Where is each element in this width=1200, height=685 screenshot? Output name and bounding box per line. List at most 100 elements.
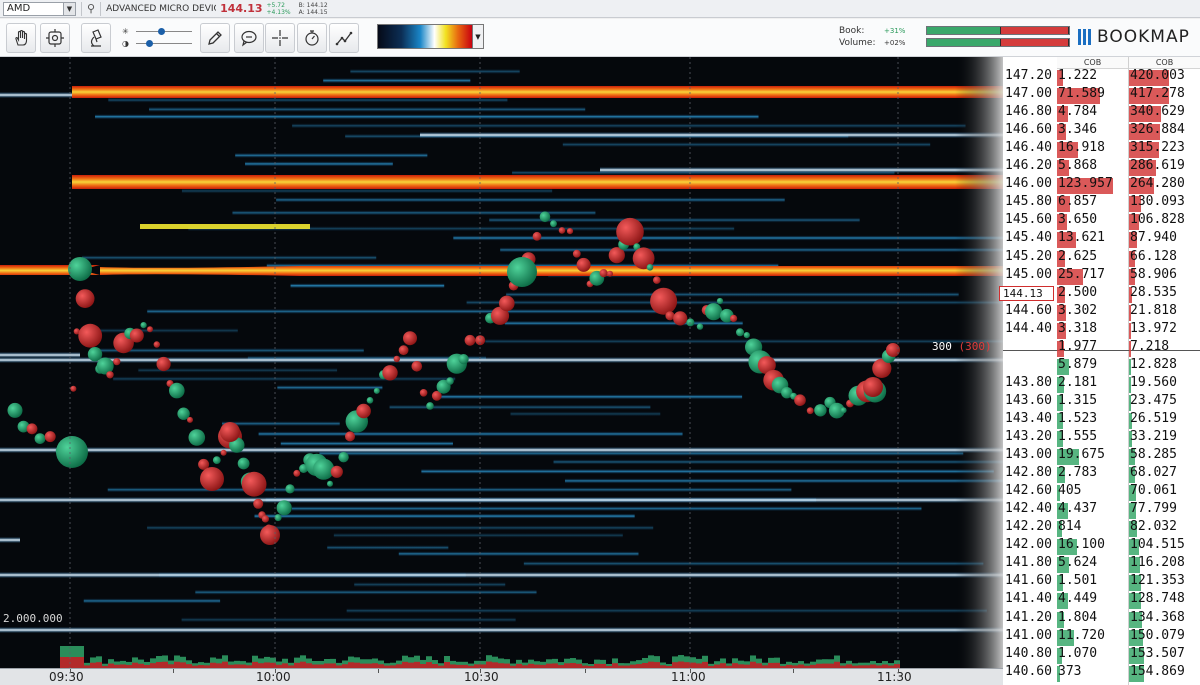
volume-bar-sell xyxy=(66,657,72,668)
liquidity-level xyxy=(510,411,661,417)
slider-thumb[interactable] xyxy=(146,39,154,47)
notes-button[interactable] xyxy=(234,23,264,53)
ask-cob-value: 58.285 xyxy=(1130,447,1177,463)
trade-bubble-sell xyxy=(499,295,515,312)
time-label: 10:30 xyxy=(464,670,499,684)
liquidity-level xyxy=(88,328,238,334)
bid-size: 6.857 xyxy=(1058,194,1098,210)
trade-bubble-sell xyxy=(393,355,400,363)
slider-track[interactable] xyxy=(136,39,192,47)
crosshair-button[interactable] xyxy=(265,23,295,53)
bid-size: 123.957 xyxy=(1058,176,1113,192)
chevron-down-icon[interactable]: ▼ xyxy=(63,2,75,15)
trade-bubble-sell xyxy=(532,231,542,241)
liquidity-level xyxy=(83,598,221,604)
brightness-slider[interactable]: ✳ xyxy=(122,25,192,37)
time-axis[interactable]: 09:30 10:00 10:30 11:00 11:30 xyxy=(0,668,1003,685)
trade-bubble-sell xyxy=(576,257,591,272)
pencil-icon xyxy=(208,31,222,45)
liquidity-level xyxy=(292,506,922,512)
book-buy-segment xyxy=(927,27,1001,34)
heatmap-canvas[interactable] xyxy=(0,57,1003,685)
bid-size: 19.675 xyxy=(1058,447,1105,463)
liquidity-level xyxy=(258,431,683,437)
bid-size: 814 xyxy=(1058,519,1082,535)
change-abs: +5.72 xyxy=(266,1,285,9)
trade-bubble-sell xyxy=(220,449,227,456)
trade-bubble-sell xyxy=(607,270,613,277)
symbol-select[interactable]: AMD ▼ xyxy=(3,1,76,16)
liquidity-level xyxy=(523,561,984,567)
liquidity-level xyxy=(564,478,1003,484)
ask-cob-value: 77.799 xyxy=(1130,501,1177,517)
volume-bar-sell xyxy=(60,657,66,668)
time-tick xyxy=(70,669,71,673)
liquidity-level xyxy=(600,167,1003,173)
bid-ask-stack: B: 144.12 A: 144.15 xyxy=(299,2,328,16)
trade-bubble-sell xyxy=(382,365,398,381)
trade-bubble-sell xyxy=(419,389,428,397)
bid-size: 3.650 xyxy=(1058,212,1098,228)
price-level: 147.00 xyxy=(1005,86,1052,102)
ask-cob-value: 420.003 xyxy=(1130,68,1185,83)
trade-bubble-sell xyxy=(411,361,423,372)
ask-cob-value: 12.828 xyxy=(1130,356,1177,372)
liquidity-level xyxy=(421,468,994,474)
trade-bubble-sell xyxy=(398,345,409,356)
trade-bubble-buy xyxy=(507,257,537,287)
ask-cob-value: 82.032 xyxy=(1130,519,1177,535)
trade-bubble-buy xyxy=(458,354,469,365)
contrast-slider[interactable]: ◑ xyxy=(122,37,192,49)
book-sell-segment xyxy=(1000,27,1069,34)
bid-size: 4.449 xyxy=(1058,591,1098,607)
chevron-down-icon[interactable]: ▼ xyxy=(473,24,484,49)
trade-bubble-sell xyxy=(187,416,193,423)
link-icon[interactable]: ⚲ xyxy=(87,2,95,15)
trade-bubble-buy xyxy=(87,347,103,362)
trade-bubble-sell xyxy=(616,217,644,246)
trade-bubble-sell xyxy=(253,498,264,509)
price-level: 143.20 xyxy=(1005,429,1052,444)
auto-center-button[interactable] xyxy=(40,23,70,53)
liquidity-level xyxy=(108,97,508,103)
liquidity-level xyxy=(504,320,743,326)
trade-bubble-buy xyxy=(313,458,335,480)
trade-bubble-sell xyxy=(260,525,280,545)
heatmap-color-scale[interactable] xyxy=(377,24,473,49)
trade-bubble-buy xyxy=(169,382,185,399)
price-level: 144.40 xyxy=(1005,320,1052,336)
ask-cob-value: 19.560 xyxy=(1130,374,1177,390)
zoom-tool-button[interactable] xyxy=(81,23,111,53)
ask-cob-value: 121.353 xyxy=(1130,573,1185,589)
ask-cob-value: 26.519 xyxy=(1130,410,1177,426)
bid-price: B: 144.12 xyxy=(298,1,328,9)
liquidity-level xyxy=(195,589,537,595)
indicators-button[interactable] xyxy=(329,23,359,53)
trade-bubble-sell xyxy=(153,341,160,348)
liquidity-level xyxy=(254,513,635,519)
slider-thumb[interactable] xyxy=(158,27,166,35)
trade-bubble-sell xyxy=(147,326,153,333)
bid-size: 2.783 xyxy=(1058,465,1098,481)
bid-size: 2.625 xyxy=(1058,248,1098,264)
heatmap-chart[interactable]: 2.000.000 300 (300) xyxy=(0,57,1003,685)
hand-tool-button[interactable] xyxy=(6,23,36,53)
bid-size: 25.717 xyxy=(1058,266,1105,282)
book-imbalance-bar xyxy=(926,26,1070,35)
time-label: 10:00 xyxy=(256,670,291,684)
trade-bubble-buy xyxy=(446,377,454,385)
bid-size: 3.346 xyxy=(1058,122,1098,138)
time-tick xyxy=(690,669,691,673)
trade-bubble-buy xyxy=(274,514,282,522)
trade-bubble-sell xyxy=(558,227,566,234)
last-price: 144.13 xyxy=(220,2,263,15)
timer-button[interactable] xyxy=(297,23,327,53)
liquidity-level xyxy=(147,525,654,531)
instrument-bar: AMD ▼ ⚲ ADVANCED MICRO DEVIC 144.13 +5.7… xyxy=(0,0,1200,18)
price-level: 140.60 xyxy=(1005,663,1052,679)
price-axis[interactable]: 147.20 147.00 146.80 146.60 146.40 146.20 146.… xyxy=(1003,57,1057,685)
drawing-tool-button[interactable] xyxy=(200,23,230,53)
liquidity-level xyxy=(0,572,1003,578)
slider-track[interactable] xyxy=(136,27,192,35)
trade-bubble-buy xyxy=(237,457,250,470)
